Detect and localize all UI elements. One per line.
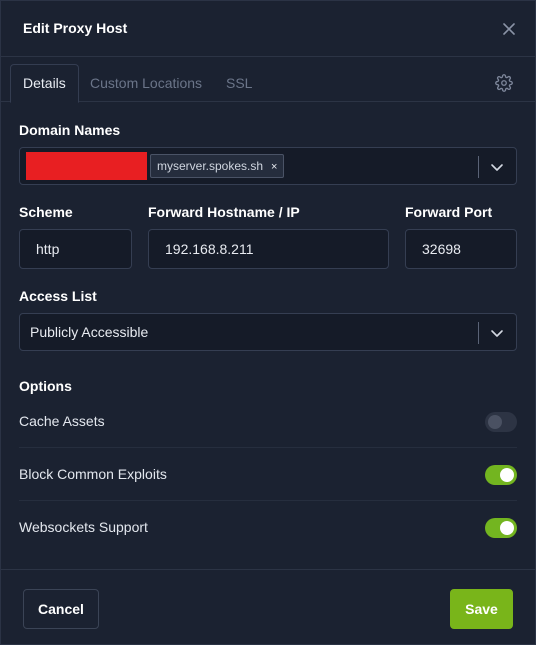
domain-names-input[interactable]: myserver.spokes.sh × — [19, 147, 517, 185]
option-cache-assets: Cache Assets — [19, 395, 517, 448]
domain-tag-label: myserver.spokes.sh — [157, 159, 264, 173]
access-list-value: Publicly Accessible — [30, 324, 149, 340]
domain-names-label: Domain Names — [19, 122, 121, 138]
select-divider — [478, 156, 479, 178]
access-list-label: Access List — [19, 288, 97, 304]
forward-hostname-value: 192.168.8.211 — [165, 241, 254, 257]
edit-proxy-host-modal: Edit Proxy Host Details Custom Locations… — [0, 0, 536, 645]
tab-custom-locations[interactable]: Custom Locations — [90, 64, 202, 102]
chevron-down-icon[interactable] — [490, 326, 504, 340]
toggle-knob — [488, 415, 502, 429]
cancel-button[interactable]: Cancel — [23, 589, 99, 629]
domain-tag: myserver.spokes.sh × — [150, 154, 285, 178]
modal-footer: Cancel Save — [1, 569, 536, 645]
forward-hostname-input[interactable]: 192.168.8.211 — [148, 229, 389, 269]
forward-port-input[interactable]: 32698 — [405, 229, 517, 269]
block-exploits-toggle[interactable] — [485, 465, 517, 485]
tab-ssl[interactable]: SSL — [226, 64, 252, 102]
modal-title: Edit Proxy Host — [23, 20, 128, 36]
option-label: Websockets Support — [19, 519, 148, 535]
forward-port-label: Forward Port — [405, 204, 493, 220]
forward-port-value: 32698 — [422, 241, 461, 257]
option-websockets-support: Websockets Support — [19, 501, 517, 554]
option-label: Cache Assets — [19, 413, 105, 429]
forward-hostname-label: Forward Hostname / IP — [148, 204, 300, 220]
chevron-down-icon[interactable] — [490, 160, 504, 174]
gear-icon[interactable] — [495, 74, 513, 92]
scheme-label: Scheme — [19, 204, 73, 220]
tab-details[interactable]: Details — [10, 64, 79, 103]
toggle-knob — [500, 468, 514, 482]
save-button[interactable]: Save — [450, 589, 513, 629]
options-heading: Options — [19, 378, 72, 394]
option-label: Block Common Exploits — [19, 466, 167, 482]
scheme-input[interactable]: http — [19, 229, 132, 269]
websockets-toggle[interactable] — [485, 518, 517, 538]
scheme-value: http — [36, 241, 60, 257]
close-icon[interactable] — [501, 21, 517, 37]
option-block-common-exploits: Block Common Exploits — [19, 448, 517, 501]
access-list-select[interactable]: Publicly Accessible — [19, 313, 517, 351]
cache-assets-toggle[interactable] — [485, 412, 517, 432]
select-divider — [478, 322, 479, 344]
redacted-domain-tag — [26, 152, 147, 180]
toggle-knob — [500, 521, 514, 535]
remove-tag-icon[interactable]: × — [271, 161, 277, 173]
modal-header: Edit Proxy Host — [1, 1, 536, 57]
tab-bar: Details Custom Locations SSL — [1, 64, 536, 103]
